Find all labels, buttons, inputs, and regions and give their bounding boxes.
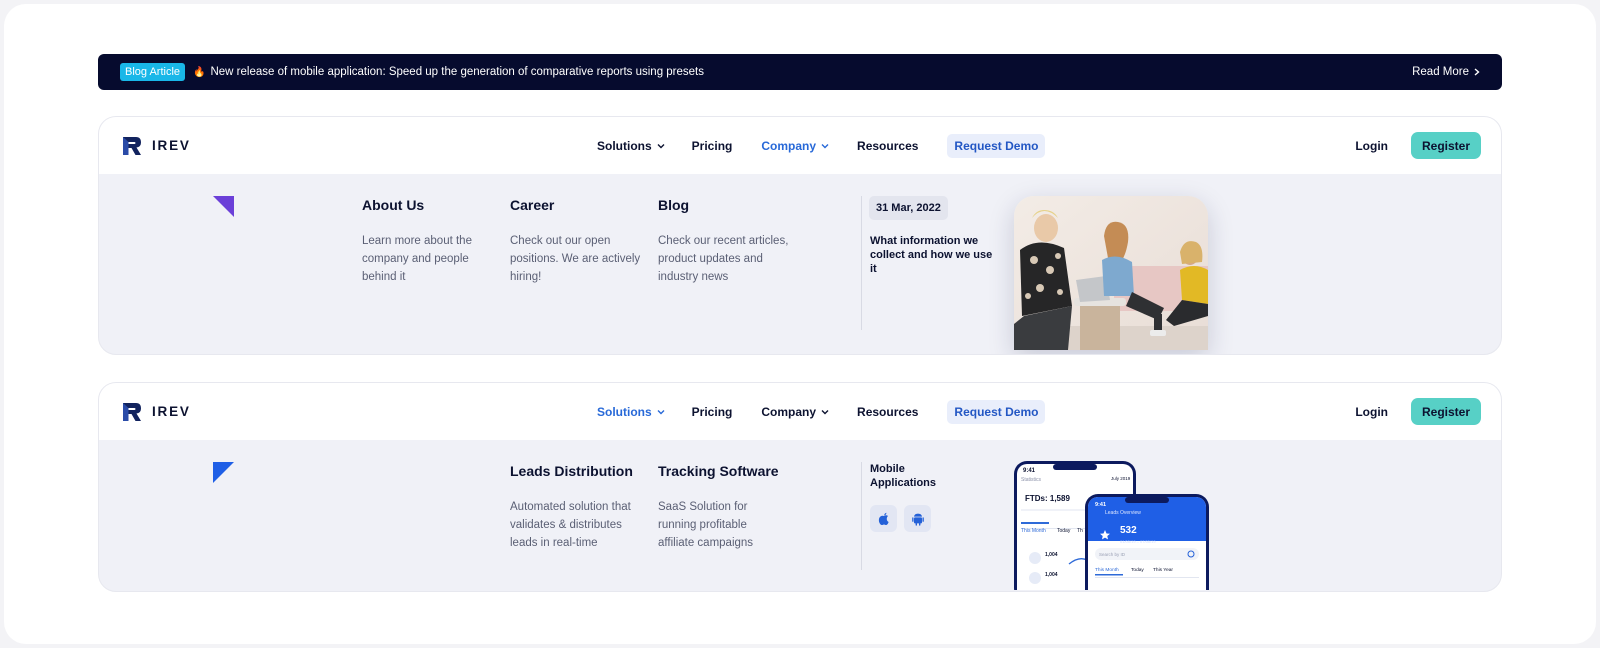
menu-item-title: About Us bbox=[362, 197, 425, 213]
irev-logo-icon bbox=[123, 136, 141, 155]
chevron-down-icon bbox=[657, 143, 665, 148]
menu-item-blog[interactable]: Blog Check our recent articles, product … bbox=[658, 197, 798, 286]
nav-resources[interactable]: Resources bbox=[857, 405, 918, 419]
menu-item-description: Learn more about the company and people … bbox=[362, 235, 472, 283]
phone-date: July 2019 bbox=[1111, 476, 1131, 481]
phone-search-placeholder: Search by ID bbox=[1099, 552, 1126, 557]
blog-article-badge[interactable]: Blog Article bbox=[120, 63, 186, 81]
nav-solutions[interactable]: Solutions bbox=[597, 139, 665, 153]
nav-solutions-label: Solutions bbox=[597, 404, 652, 419]
main-menu: Solutions Pricing Company Resources Requ… bbox=[597, 383, 1046, 440]
leads-date-range: 01/05/19 – 07/05/19 bbox=[1120, 539, 1156, 544]
menu-item-title: Leads Distribution bbox=[510, 463, 633, 479]
main-menu: Solutions Pricing Company Resources Requ… bbox=[597, 117, 1046, 174]
mobile-app-mockup: 9:41 July 2019 Statistics FTDs: 1,589 Th… bbox=[1013, 460, 1209, 590]
chevron-down-icon bbox=[821, 409, 829, 414]
company-mega-menu-card: IREV Solutions Pricing Company Resources… bbox=[98, 116, 1502, 355]
ftds-counter: FTDs: 1,589 bbox=[1025, 494, 1070, 503]
phone-row-value: 1,004 bbox=[1045, 572, 1058, 578]
chevron-right-icon bbox=[1474, 68, 1480, 76]
nav-company[interactable]: Company bbox=[761, 405, 829, 419]
phone-row-value: 1,004 bbox=[1045, 552, 1058, 558]
leads-overview-header: Leads Overview bbox=[1105, 510, 1141, 516]
nav-solutions[interactable]: Solutions bbox=[597, 405, 665, 419]
google-play-button[interactable] bbox=[904, 505, 931, 532]
leads-count: 532 bbox=[1120, 525, 1137, 536]
read-more-link[interactable]: Read More bbox=[1412, 66, 1480, 78]
nav-company[interactable]: Company bbox=[761, 139, 829, 153]
phone-time: 9:41 bbox=[1095, 502, 1107, 508]
mobile-applications-title: Mobile Applications bbox=[870, 463, 937, 489]
auth-actions: Login Register bbox=[1355, 117, 1481, 174]
phone-tab: Today bbox=[1057, 528, 1071, 534]
navbar: IREV Solutions Pricing Company Resources… bbox=[99, 383, 1501, 440]
auth-actions: Login Register bbox=[1355, 383, 1481, 440]
brand-name: IREV bbox=[152, 138, 191, 153]
menu-item-leads-distribution[interactable]: Leads Distribution Automated solution th… bbox=[510, 463, 650, 552]
brand-logo[interactable]: IREV bbox=[121, 401, 191, 423]
accent-triangle-icon bbox=[213, 462, 234, 483]
request-demo-button[interactable]: Request Demo bbox=[947, 133, 1046, 158]
navbar: IREV Solutions Pricing Company Resources… bbox=[99, 117, 1501, 174]
request-demo-button[interactable]: Request Demo bbox=[947, 399, 1046, 424]
menu-item-career[interactable]: Career Check out our open positions. We … bbox=[510, 197, 650, 286]
nav-pricing[interactable]: Pricing bbox=[692, 405, 733, 419]
menu-item-title: Career bbox=[510, 197, 555, 213]
featured-date-badge: 31 Mar, 2022 bbox=[869, 196, 948, 220]
nav-resources[interactable]: Resources bbox=[857, 139, 918, 153]
phone-tab: This Year bbox=[1153, 568, 1173, 573]
phone-tab: Th bbox=[1077, 528, 1083, 534]
announcement-bar: Blog Article 🔥 New release of mobile app… bbox=[98, 54, 1502, 90]
featured-article-image[interactable] bbox=[1014, 196, 1208, 350]
team-meeting-photo bbox=[1014, 196, 1208, 350]
nav-company-label: Company bbox=[761, 404, 817, 419]
nav-solutions-label: Solutions bbox=[597, 138, 652, 153]
menu-item-about-us[interactable]: About Us Learn more about the company an… bbox=[362, 197, 502, 286]
featured-article-title[interactable]: What information we collect and how we u… bbox=[870, 234, 1000, 276]
fire-icon: 🔥 bbox=[193, 66, 206, 78]
menu-item-title: Tracking Software bbox=[658, 463, 779, 479]
menu-item-title: Blog bbox=[658, 197, 690, 213]
divider bbox=[861, 462, 862, 570]
menu-item-description: SaaS Solution for running profitable aff… bbox=[658, 501, 754, 549]
register-button[interactable]: Register bbox=[1411, 132, 1481, 159]
chevron-down-icon bbox=[821, 143, 829, 148]
android-icon bbox=[911, 513, 924, 526]
menu-item-description: Automated solution that validates & dist… bbox=[510, 501, 631, 549]
read-more-label: Read More bbox=[1412, 66, 1469, 78]
phone-time: 9:41 bbox=[1023, 468, 1036, 474]
login-link[interactable]: Login bbox=[1355, 139, 1388, 153]
phone-tab: Today bbox=[1131, 568, 1144, 573]
menu-item-description: Check our recent articles, product updat… bbox=[658, 235, 789, 283]
irev-logo-icon bbox=[123, 402, 141, 421]
accent-triangle-icon bbox=[213, 196, 234, 217]
chevron-down-icon bbox=[657, 409, 665, 414]
phone-stat-label: Statistics bbox=[1021, 477, 1042, 483]
phone-tab: This Month bbox=[1095, 568, 1119, 573]
brand-logo[interactable]: IREV bbox=[121, 135, 191, 157]
announcement-text: New release of mobile application: Speed… bbox=[210, 66, 704, 78]
menu-item-description: Check out our open positions. We are act… bbox=[510, 235, 641, 283]
brand-name: IREV bbox=[152, 404, 191, 419]
menu-item-tracking-software[interactable]: Tracking Software SaaS Solution for runn… bbox=[658, 463, 779, 552]
nav-pricing[interactable]: Pricing bbox=[692, 139, 733, 153]
divider bbox=[861, 196, 862, 330]
app-store-button[interactable] bbox=[870, 505, 897, 532]
register-button[interactable]: Register bbox=[1411, 398, 1481, 425]
nav-company-label: Company bbox=[761, 138, 817, 153]
login-link[interactable]: Login bbox=[1355, 405, 1388, 419]
solutions-mega-menu-card: IREV Solutions Pricing Company Resources… bbox=[98, 382, 1502, 592]
apple-icon bbox=[878, 512, 889, 525]
phone-tab: This Month bbox=[1021, 528, 1046, 534]
